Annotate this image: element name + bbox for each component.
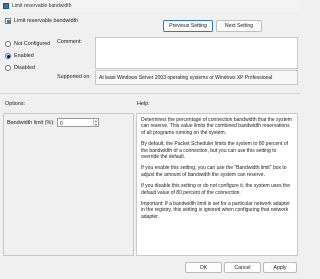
policy-app-icon [3, 3, 9, 9]
next-setting-button[interactable]: Next Setting [216, 20, 262, 32]
supported-on-box: At least Windows Server 2003 operating s… [95, 70, 298, 85]
options-heading: Options: [5, 101, 26, 107]
options-panel [3, 113, 134, 256]
cancel-button[interactable]: Cancel [224, 262, 261, 273]
help-paragraph: If you disable this setting or do not co… [141, 183, 290, 196]
section-divider [0, 93, 300, 94]
supported-on-label: Supported on: [57, 74, 91, 80]
help-paragraph: Important: If a bandwidth limit is set f… [141, 201, 290, 220]
radio-not-configured-circle[interactable] [5, 41, 11, 47]
help-heading: Help: [137, 101, 150, 107]
help-paragraph: If you enable this setting, you can use … [141, 165, 287, 178]
radio-disabled-circle[interactable] [5, 65, 11, 71]
supported-on-value: At least Windows Server 2003 operating s… [99, 75, 273, 81]
help-panel: Determines the percentage of connection … [136, 113, 298, 256]
previous-setting-button[interactable]: Previous Setting [163, 20, 213, 32]
radio-disabled-label: Disabled [14, 65, 35, 71]
radio-not-configured[interactable]: Not Configured [5, 41, 50, 47]
bandwidth-limit-value[interactable]: 0 [60, 121, 63, 127]
radio-enabled[interactable]: Enabled [5, 53, 34, 59]
radio-disabled[interactable]: Disabled [5, 65, 35, 71]
window-titlebar: Limit reservable bandwidth [0, 0, 300, 12]
comment-textarea[interactable] [95, 37, 298, 69]
help-paragraph: By default, the Packet Scheduler limits … [141, 141, 289, 161]
policy-name: Limit reservable bandwidth [14, 18, 79, 24]
radio-enabled-label: Enabled [14, 53, 34, 59]
comment-label: Comment: [57, 39, 82, 45]
help-paragraph: Determines the percentage of connection … [141, 117, 292, 136]
policy-setting-icon [5, 18, 11, 24]
bandwidth-limit-label: Bandwidth limit (%): [7, 120, 55, 126]
spin-down-icon[interactable]: ▼ [94, 123, 98, 127]
ok-button[interactable]: OK [185, 262, 222, 273]
bandwidth-limit-spinbox[interactable]: 0 ▲ ▼ [57, 118, 99, 127]
window-title: Limit reservable bandwidth [12, 3, 72, 9]
radio-enabled-circle[interactable] [5, 53, 11, 59]
spin-arrows[interactable]: ▲ ▼ [93, 119, 98, 127]
radio-not-configured-label: Not Configured [14, 41, 51, 47]
apply-button[interactable]: Apply [263, 262, 297, 273]
